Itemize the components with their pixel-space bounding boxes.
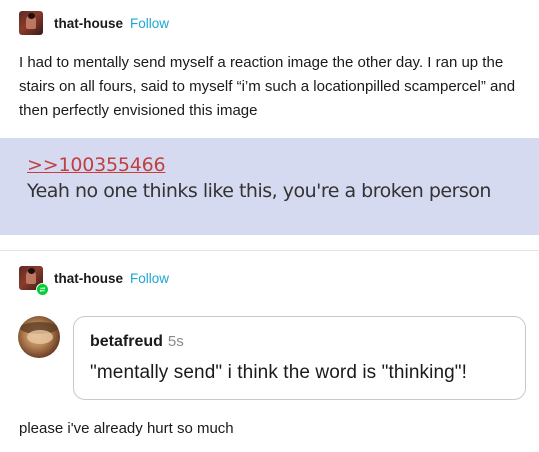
post-body: I had to mentally send myself a reaction… — [19, 54, 516, 119]
avatar[interactable] — [19, 266, 49, 296]
username[interactable]: that-house — [54, 271, 123, 286]
message-bubble: betafreud 5s "mentally send" i think the … — [73, 316, 526, 400]
image-text: Yeah no one thinks like this, you're a b… — [27, 180, 491, 202]
username[interactable]: that-house — [54, 16, 123, 31]
image-reply-link: >>100355466 — [27, 154, 166, 176]
message-sender: betafreud 5s — [90, 333, 184, 350]
follow-button[interactable]: Follow — [130, 16, 169, 31]
avatar[interactable] — [19, 11, 43, 35]
follow-button[interactable]: Follow — [130, 271, 169, 286]
post-header: that-house Follow — [19, 11, 169, 35]
message-time: 5s — [167, 333, 184, 350]
divider — [0, 250, 539, 251]
reblog-icon — [36, 283, 49, 296]
sender-avatar — [18, 316, 60, 358]
reblog-header: that-house Follow — [19, 266, 169, 296]
reblog-body: please i've already hurt so much — [19, 420, 234, 437]
message-text: "mentally send" i think the word is "thi… — [90, 362, 468, 383]
